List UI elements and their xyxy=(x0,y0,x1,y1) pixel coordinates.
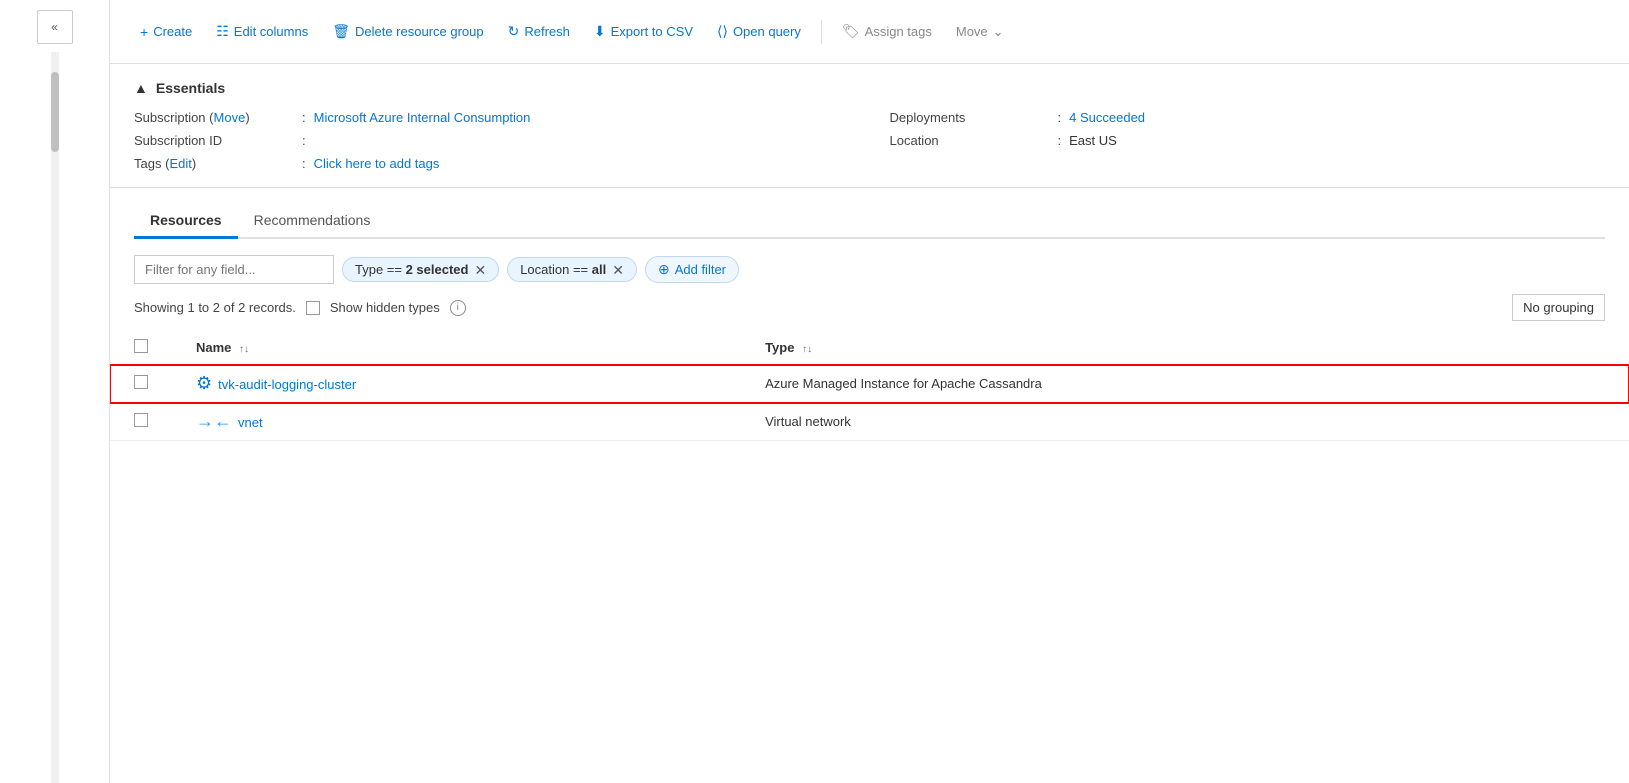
resources-table: Name ↑↓ Type ↑↓ ⚙ tvk-audit-logging-clust… xyxy=(110,331,1629,441)
location-row: Location : East US xyxy=(890,133,1606,148)
add-filter-icon: ⊕ xyxy=(658,261,670,278)
subscription-move-link[interactable]: Move xyxy=(214,110,246,125)
scrollbar-area xyxy=(51,52,59,783)
essentials-right: Deployments : 4 Succeeded xyxy=(890,110,1606,171)
vnet-icon: →← xyxy=(196,411,232,432)
columns-icon: ☷ xyxy=(216,23,229,40)
resource-name-link[interactable]: tvk-audit-logging-cluster xyxy=(218,377,356,392)
subscription-id-label: Subscription ID xyxy=(134,133,294,148)
deployments-label: Deployments xyxy=(890,110,1050,125)
table-row: ⚙ tvk-audit-logging-cluster Azure Managed … xyxy=(110,365,1629,403)
show-hidden-checkbox[interactable] xyxy=(306,301,320,315)
select-all-checkbox[interactable] xyxy=(134,339,148,353)
essentials-grid: Subscription (Move) : Microsoft Azure In… xyxy=(134,110,1605,171)
subscription-label: Subscription (Move) xyxy=(134,110,294,125)
sidebar-toggle[interactable]: « xyxy=(37,10,73,44)
location-value: East US xyxy=(1069,133,1117,148)
export-csv-button[interactable]: ⬇ Export to CSV xyxy=(584,17,703,46)
assign-tags-button[interactable]: 🏷 Assign tags xyxy=(832,17,942,46)
open-query-button[interactable]: ⟨⟩ Open query xyxy=(707,17,811,46)
row-name-cell: →← vnet xyxy=(172,403,741,441)
filter-bar: Type == 2 selected ✕ Location == all ✕ ⊕… xyxy=(134,255,1605,284)
location-label: Location xyxy=(890,133,1050,148)
type-filter-close[interactable]: ✕ xyxy=(474,263,486,277)
tab-resources[interactable]: Resources xyxy=(134,204,238,239)
records-bar: Showing 1 to 2 of 2 records. Show hidden… xyxy=(134,294,1605,321)
essentials-left: Subscription (Move) : Microsoft Azure In… xyxy=(134,110,850,171)
tags-value-link[interactable]: Click here to add tags xyxy=(314,156,440,171)
name-sort-icon: ↑↓ xyxy=(239,344,249,355)
tags-edit-link[interactable]: Edit xyxy=(169,156,191,171)
add-filter-button[interactable]: ⊕ Add filter xyxy=(645,256,739,283)
location-filter-label: Location == all xyxy=(520,262,606,277)
tags-label: Tags (Edit) xyxy=(134,156,294,171)
essentials-section: ▲ Essentials Subscription (Move) : xyxy=(110,64,1629,188)
type-filter-label: Type == 2 selected xyxy=(355,262,468,277)
query-icon: ⟨⟩ xyxy=(717,23,728,40)
location-filter-close[interactable]: ✕ xyxy=(612,263,624,277)
chevron-left-icon: « xyxy=(51,20,58,34)
tabs-bar: Resources Recommendations xyxy=(134,204,1605,239)
info-icon[interactable]: i xyxy=(450,300,466,316)
edit-columns-button[interactable]: ☷ Edit columns xyxy=(206,17,318,46)
toolbar-divider xyxy=(821,20,822,44)
refresh-icon: ↻ xyxy=(508,23,520,40)
subscription-value-link[interactable]: Microsoft Azure Internal Consumption xyxy=(314,110,531,125)
chevron-up-icon: ▲ xyxy=(134,80,148,96)
row-name-cell: ⚙ tvk-audit-logging-cluster xyxy=(172,365,741,403)
show-hidden-types-label: Show hidden types xyxy=(330,300,440,315)
no-grouping-button[interactable]: No grouping xyxy=(1512,294,1605,321)
subscription-row: Subscription (Move) : Microsoft Azure In… xyxy=(134,110,850,125)
create-button[interactable]: + Create xyxy=(130,18,202,46)
essentials-title: Essentials xyxy=(156,80,225,96)
delete-rg-button[interactable]: 🗑 Delete resource group xyxy=(322,17,493,46)
records-count-text: Showing 1 to 2 of 2 records. xyxy=(134,300,296,315)
type-sort-icon: ↑↓ xyxy=(802,344,812,355)
row-type-cell: Azure Managed Instance for Apache Cassan… xyxy=(741,365,1629,403)
tab-recommendations[interactable]: Recommendations xyxy=(238,204,387,239)
deployments-row: Deployments : 4 Succeeded xyxy=(890,110,1606,125)
deployments-value-link[interactable]: 4 Succeeded xyxy=(1069,110,1145,125)
scrollbar-thumb[interactable] xyxy=(51,72,59,152)
type-filter-tag[interactable]: Type == 2 selected ✕ xyxy=(342,257,499,282)
row-type-cell: Virtual network xyxy=(741,403,1629,441)
row-checkbox[interactable] xyxy=(134,375,148,389)
name-column-header[interactable]: Name ↑↓ xyxy=(172,331,741,365)
essentials-header[interactable]: ▲ Essentials xyxy=(134,80,1605,96)
table-header-row: Name ↑↓ Type ↑↓ xyxy=(110,331,1629,365)
plus-icon: + xyxy=(140,24,148,40)
move-button[interactable]: Move ⌄ xyxy=(946,18,1014,46)
filter-input[interactable] xyxy=(134,255,334,284)
type-column-header[interactable]: Type ↑↓ xyxy=(741,331,1629,365)
download-icon: ⬇ xyxy=(594,23,606,40)
refresh-button[interactable]: ↻ Refresh xyxy=(498,17,580,46)
row-checkbox[interactable] xyxy=(134,413,148,427)
tabs-section: Resources Recommendations xyxy=(110,188,1629,239)
tag-icon: 🏷 xyxy=(842,23,860,40)
sidebar: « xyxy=(0,0,110,783)
table-row: →← vnet Virtual network xyxy=(110,403,1629,441)
select-all-header xyxy=(110,331,172,365)
main-content: + Create ☷ Edit columns 🗑 Delete resourc… xyxy=(110,0,1629,783)
cassandra-icon: ⚙ xyxy=(196,373,212,394)
content-area: ▲ Essentials Subscription (Move) : xyxy=(110,64,1629,783)
chevron-down-icon: ⌄ xyxy=(993,24,1004,40)
toolbar: + Create ☷ Edit columns 🗑 Delete resourc… xyxy=(110,0,1629,64)
trash-icon: 🗑 xyxy=(332,23,350,40)
resource-name-link[interactable]: vnet xyxy=(238,415,263,430)
tags-row: Tags (Edit) : Click here to add tags xyxy=(134,156,850,171)
location-filter-tag[interactable]: Location == all ✕ xyxy=(507,257,637,282)
subscription-id-row: Subscription ID : xyxy=(134,133,850,148)
